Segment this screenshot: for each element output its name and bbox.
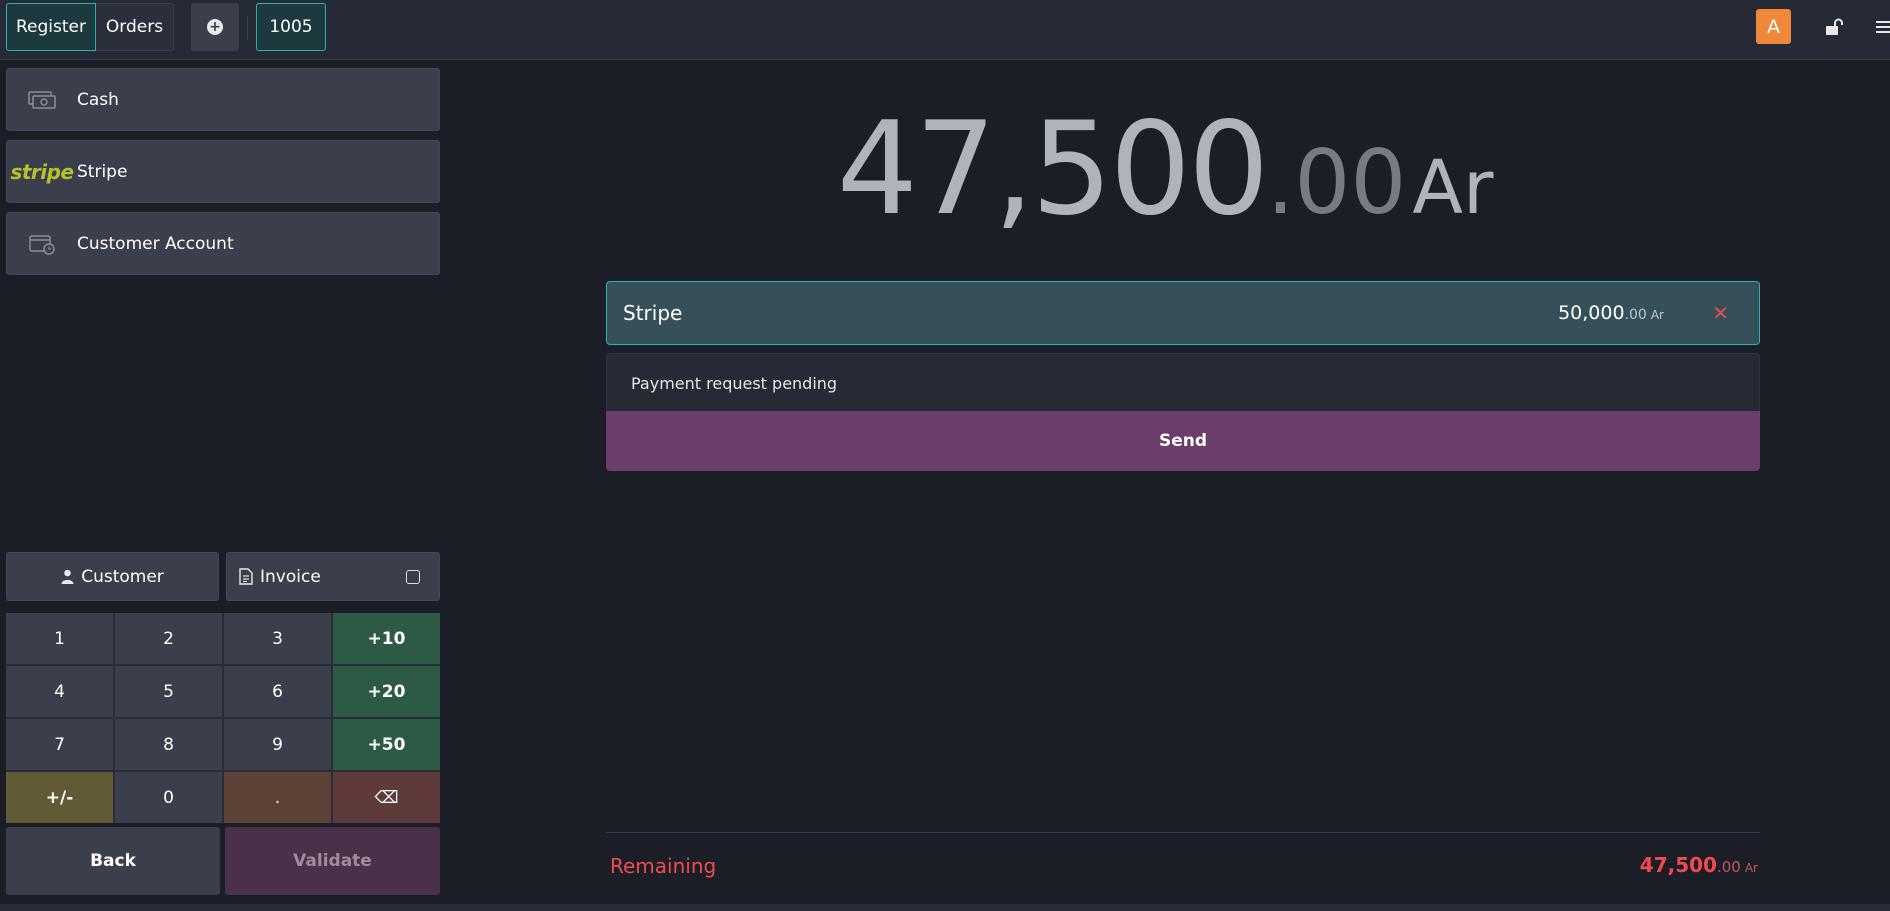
total-integer: 47,500 (836, 95, 1270, 244)
remaining-label: Remaining (610, 854, 717, 878)
tab-register[interactable]: Register (6, 3, 96, 51)
payment-method-label: Customer Account (77, 233, 234, 254)
bottom-strip (0, 904, 1890, 911)
numpad-key-6[interactable]: 6 (224, 666, 331, 717)
tab-orders[interactable]: Orders (96, 3, 174, 51)
total-decimal: .00 (1266, 131, 1407, 234)
numpad-key-8[interactable]: 8 (115, 719, 222, 770)
numpad-key-7[interactable]: 7 (6, 719, 113, 770)
invoice-checkbox[interactable] (406, 570, 420, 584)
numpad-key-5[interactable]: 5 (115, 666, 222, 717)
wallet-clock-icon (7, 232, 77, 256)
numpad-key-4[interactable]: 4 (6, 666, 113, 717)
send-button[interactable]: Send (606, 411, 1760, 471)
numpad-key-9[interactable]: 9 (224, 719, 331, 770)
payment-method-cash[interactable]: Cash (6, 68, 440, 131)
payment-line-amount: 50,000 .00 Ar (1558, 302, 1664, 324)
payment-method-label: Stripe (77, 161, 128, 182)
remaining-currency: Ar (1744, 861, 1758, 875)
payment-line-stripe[interactable]: Stripe 50,000 .00 Ar ✕ (606, 281, 1760, 345)
invoice-button[interactable]: Invoice (226, 552, 440, 601)
numpad-key-0[interactable]: 0 (115, 772, 222, 823)
payment-status: Payment request pending (606, 353, 1760, 412)
numpad-key-plus-50[interactable]: +50 (333, 719, 440, 770)
numpad-key-plus-20[interactable]: +20 (333, 666, 440, 717)
payment-line-amount-decimal: .00 (1624, 307, 1647, 323)
customer-button[interactable]: Customer (6, 552, 219, 601)
payment-line-method: Stripe (623, 301, 683, 325)
unlock-icon[interactable] (1824, 17, 1844, 37)
back-button[interactable]: Back (6, 827, 220, 895)
document-icon (239, 568, 253, 585)
user-icon (61, 569, 74, 584)
numpad-key-1[interactable]: 1 (6, 613, 113, 664)
numpad-key-sign-toggle[interactable]: +/- (6, 772, 113, 823)
numpad: 1 2 3 +10 4 5 6 +20 7 8 9 +50 +/- 0 . ⌫ (6, 613, 440, 823)
numpad-key-3[interactable]: 3 (224, 613, 331, 664)
invoice-label: Invoice (260, 566, 321, 587)
validate-button[interactable]: Validate (225, 827, 440, 895)
stripe-logo-icon: stripe (10, 159, 74, 184)
plus-circle-icon: + (207, 19, 223, 35)
numpad-key-decimal[interactable]: . (224, 772, 331, 823)
hamburger-menu-icon[interactable] (1876, 19, 1890, 35)
numpad-key-2[interactable]: 2 (115, 613, 222, 664)
order-tab-1005[interactable]: 1005 (256, 3, 326, 51)
payment-line-currency: Ar (1650, 308, 1664, 322)
backspace-icon[interactable]: ⌫ (333, 772, 440, 823)
divider (606, 832, 1760, 833)
payment-method-stripe[interactable]: stripe Stripe (6, 140, 440, 203)
customer-label: Customer (81, 566, 164, 587)
payment-line-amount-integer: 50,000 (1558, 302, 1625, 324)
close-icon[interactable]: ✕ (1712, 303, 1729, 323)
remaining-integer: 47,500 (1639, 853, 1717, 877)
divider (247, 16, 248, 40)
add-order-button[interactable]: + (191, 3, 239, 51)
total-currency: Ar (1412, 145, 1494, 231)
remaining-amount: 47,500 .00 Ar (1640, 853, 1758, 877)
avatar[interactable]: A (1756, 9, 1791, 44)
numpad-key-plus-10[interactable]: +10 (333, 613, 440, 664)
remaining-decimal: .00 (1716, 858, 1741, 876)
total-amount: 47,500 .00 Ar (440, 95, 1890, 244)
top-bar: Register Orders + 1005 A (0, 0, 1890, 60)
payment-method-customer-account[interactable]: Customer Account (6, 212, 440, 275)
cash-icon (7, 89, 77, 111)
payment-method-label: Cash (77, 89, 119, 110)
